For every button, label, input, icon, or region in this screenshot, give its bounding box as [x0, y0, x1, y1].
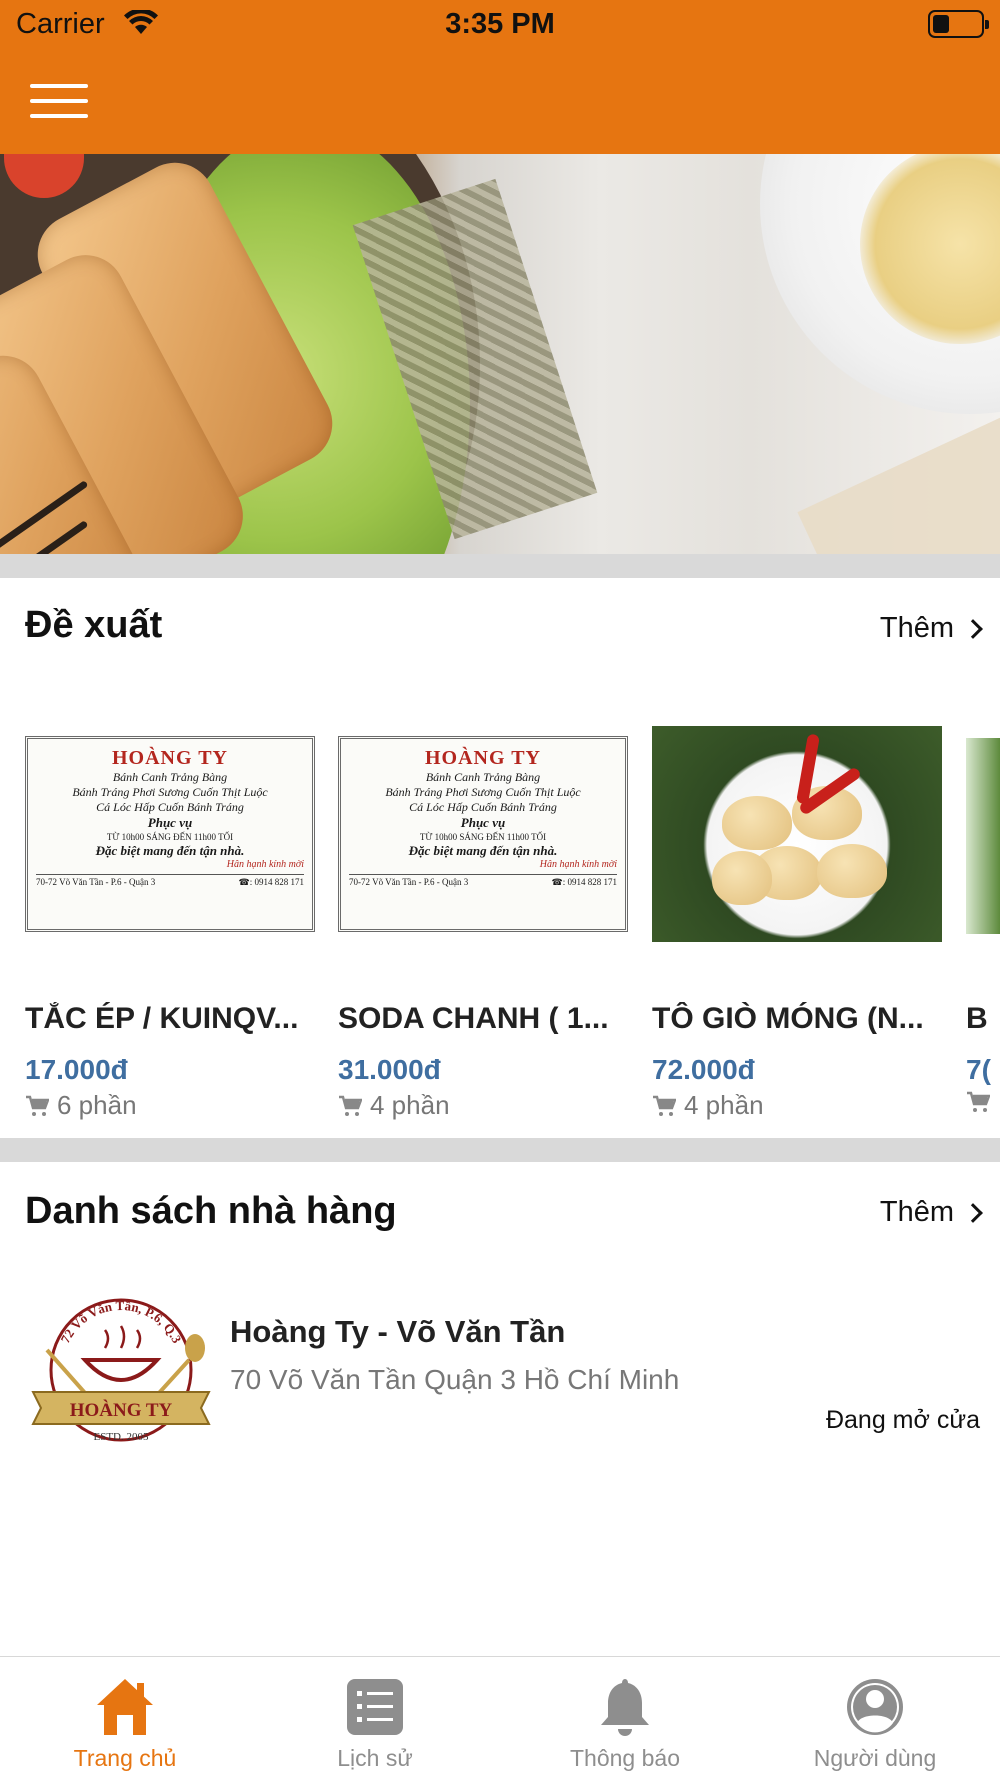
card-line: Cá Lóc Hấp Cuốn Bánh Tráng — [409, 800, 557, 814]
cart-icon — [967, 1091, 990, 1112]
product-sold: 4 phần — [338, 1090, 450, 1121]
tab-user[interactable]: Người dùng — [750, 1657, 1000, 1778]
list-icon — [347, 1679, 403, 1735]
promo-banner[interactable] — [0, 154, 1000, 554]
sold-count: 4 phần — [370, 1090, 450, 1120]
card-line: TỪ 10h00 SÁNG ĐẾN 11h00 TỐI — [106, 832, 234, 842]
product-price: 72.000đ — [652, 1054, 755, 1085]
tab-notifications[interactable]: Thông báo — [500, 1657, 750, 1778]
tab-label: Lịch sử — [337, 1745, 413, 1771]
card-line: Bánh Tráng Phơi Sương Cuốn Thịt Luộc — [385, 785, 581, 799]
tab-history[interactable]: Lịch sử — [250, 1657, 500, 1778]
sold-count: 6 phần — [57, 1090, 137, 1120]
bottom-tab-bar: Trang chủ Lịch sử Thông báo Người dùng — [0, 1656, 1000, 1778]
user-icon — [847, 1679, 903, 1735]
product-price: 31.000đ — [338, 1054, 441, 1085]
battery-level — [933, 15, 949, 33]
product-card[interactable]: B 7( — [966, 726, 1000, 1126]
card-phone: ☎: 0914 828 171 — [238, 877, 304, 887]
more-label: Thêm — [879, 1196, 954, 1228]
product-sold: 4 phần — [652, 1090, 764, 1121]
svg-text:72 Võ Văn Tần, P.6, Q.3: 72 Võ Văn Tần, P.6, Q.3 — [57, 1298, 184, 1346]
card-address: 70-72 Võ Văn Tần - P.6 - Quận 3 — [36, 877, 156, 887]
card-line: Cá Lóc Hấp Cuốn Bánh Tráng — [96, 800, 244, 814]
more-label: Thêm — [879, 612, 954, 644]
card-brand: HOÀNG TY — [425, 747, 541, 769]
recommended-title: Đề xuất — [25, 604, 163, 646]
card-line: Đặc biệt mang đến tận nhà. — [95, 843, 245, 858]
battery-icon — [928, 10, 989, 38]
card-line: Đặc biệt mang đến tận nhà. — [408, 843, 558, 858]
product-card[interactable]: HOÀNG TY Bánh Canh Trảng Bàng Bánh Tráng… — [25, 726, 315, 1126]
bell-icon — [601, 1679, 649, 1736]
product-price: 7( — [966, 1054, 991, 1085]
logo-top-text: 72 Võ Văn Tần, P.6, Q.3 — [57, 1298, 184, 1346]
logo-est: ESTD. 2005 — [94, 1431, 150, 1443]
status-time: 3:35 PM — [445, 8, 555, 40]
tab-label: Trang chủ — [73, 1745, 177, 1771]
product-name: TÔ GIÒ MÓNG (N... — [652, 1002, 924, 1035]
cart-icon — [339, 1095, 362, 1116]
product-card[interactable]: TÔ GIÒ MÓNG (N... 72.000đ 4 phần — [652, 726, 942, 1126]
logo-brand: HOÀNG TY — [70, 1399, 173, 1421]
card-line: Hân hạnh kính mời — [539, 859, 617, 870]
recommended-more-link[interactable]: Thêm — [879, 612, 983, 645]
chevron-right-icon — [963, 1202, 983, 1223]
card-line: Phục vụ — [460, 815, 506, 830]
product-price: 17.000đ — [25, 1054, 128, 1085]
product-name: SODA CHANH ( 1... — [338, 1002, 609, 1035]
card-line: Bánh Canh Trảng Bàng — [112, 770, 228, 784]
cart-icon — [26, 1095, 49, 1116]
restaurant-logo: 72 Võ Văn Tần, P.6, Q.3 HOÀNG TY ESTD. 2… — [31, 1298, 211, 1443]
section-divider — [0, 1138, 1000, 1162]
restaurant-more-link[interactable]: Thêm — [879, 1196, 983, 1229]
app-header: Carrier 3:35 PM — [0, 0, 1000, 154]
product-image — [966, 738, 1000, 934]
section-divider — [0, 554, 1000, 578]
tab-home[interactable]: Trang chủ — [0, 1657, 250, 1778]
card-brand: HOÀNG TY — [112, 747, 228, 769]
product-card[interactable]: HOÀNG TY Bánh Canh Trảng Bàng Bánh Tráng… — [338, 726, 628, 1126]
restaurant-address: 70 Võ Văn Tần Quận 3 Hồ Chí Minh — [230, 1364, 680, 1395]
product-sold — [966, 1090, 990, 1114]
tab-label: Thông báo — [570, 1745, 680, 1771]
card-line: Bánh Tráng Phơi Sương Cuốn Thịt Luộc — [72, 785, 268, 799]
home-icon — [97, 1679, 153, 1735]
product-name: B — [966, 1002, 988, 1035]
card-line: Hân hạnh kính mời — [226, 859, 304, 870]
restaurant-status: Đang mở cửa — [825, 1406, 980, 1434]
product-image: HOÀNG TY Bánh Canh Trảng Bàng Bánh Tráng… — [338, 726, 628, 942]
card-phone: ☎: 0914 828 171 — [551, 877, 617, 887]
card-line: TỪ 10h00 SÁNG ĐẾN 11h00 TỐI — [419, 832, 547, 842]
card-address: 70-72 Võ Văn Tần - P.6 - Quận 3 — [349, 877, 469, 887]
product-name: TẮC ÉP / KUINQV... — [25, 1002, 299, 1035]
restaurant-item[interactable]: 72 Võ Văn Tần, P.6, Q.3 HOÀNG TY ESTD. 2… — [25, 1290, 980, 1450]
product-image — [652, 726, 942, 942]
chevron-right-icon — [963, 618, 983, 639]
card-line: Phục vụ — [147, 815, 193, 830]
restaurant-name: Hoàng Ty - Võ Văn Tần — [230, 1314, 566, 1349]
hamburger-menu-icon[interactable] — [30, 84, 88, 120]
restaurant-list-title: Danh sách nhà hàng — [25, 1190, 397, 1232]
sold-count: 4 phần — [684, 1090, 764, 1120]
cart-icon — [653, 1095, 676, 1116]
card-line: Bánh Canh Trảng Bàng — [425, 770, 541, 784]
product-image: HOÀNG TY Bánh Canh Trảng Bàng Bánh Tráng… — [25, 726, 315, 942]
tab-label: Người dùng — [813, 1745, 937, 1771]
product-sold: 6 phần — [25, 1090, 137, 1121]
